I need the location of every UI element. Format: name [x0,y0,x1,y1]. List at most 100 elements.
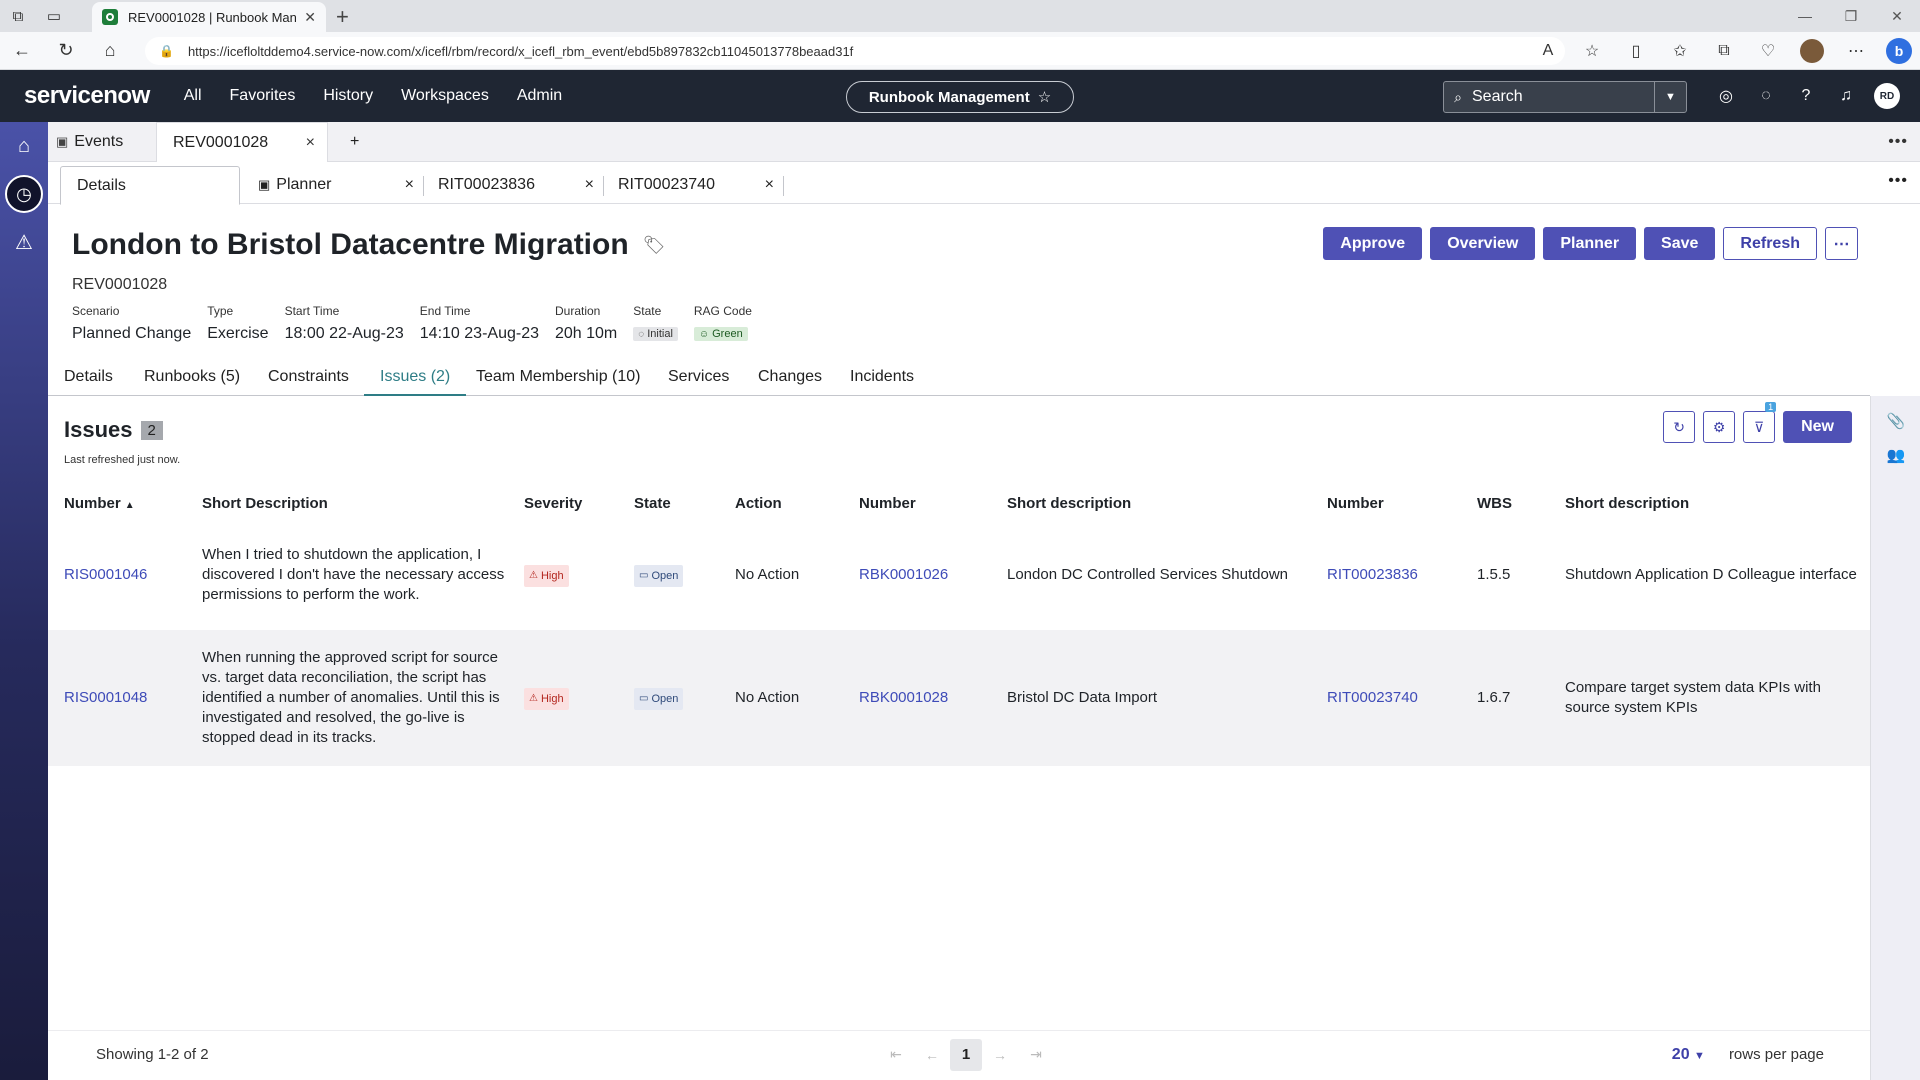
table-row[interactable]: RIS0001046 When I tried to shutdown the … [48,520,1870,630]
refresh-button[interactable]: Refresh [1723,227,1817,260]
col-number[interactable]: Number ▲ [48,486,186,520]
tab-team-membership[interactable]: Team Membership (10) [476,368,641,396]
add-tab-icon[interactable]: + [350,122,359,162]
tab-record[interactable]: REV0001028 × [156,122,328,162]
col-runbook-description[interactable]: Short description [991,486,1311,520]
minimize-icon[interactable]: — [1782,0,1828,32]
menu-history[interactable]: History [323,87,373,105]
profile-icon[interactable] [1790,39,1834,63]
last-page-icon[interactable]: ⇥ [1018,1046,1054,1063]
global-search[interactable]: ⌕ Search ▼ [1443,81,1687,113]
rail-warning-icon[interactable]: ⚠ [0,218,48,266]
new-issue-button[interactable]: New [1783,411,1852,443]
col-task-number[interactable]: Number [1311,486,1461,520]
tab-incidents[interactable]: Incidents [850,368,914,396]
new-tab-icon[interactable]: + [336,4,349,30]
filter-button[interactable]: ⊽ 1 [1743,402,1777,443]
collections-icon[interactable]: ⧉ [1702,42,1746,60]
home-icon[interactable]: ⌂ [88,32,132,70]
col-short-description[interactable]: Short Description [186,486,508,520]
refresh-list-button[interactable]: ↻ [1663,411,1696,443]
address-bar[interactable]: 🔒 https://icefloltddemo4.service-now.com… [145,37,1565,65]
vertical-tabs-icon[interactable]: ▭ [36,0,72,32]
rail-home-icon[interactable]: ⌂ [0,122,48,170]
tab-changes[interactable]: Changes [758,368,822,396]
close-tab-icon[interactable]: × [405,176,414,194]
col-action[interactable]: Action [719,486,843,520]
tab-issues[interactable]: Issues (2) [364,368,467,396]
tab-details[interactable]: Details [64,368,113,396]
bing-copilot-icon[interactable]: b [1886,38,1912,64]
favorite-star-icon[interactable]: ☆ [1570,41,1614,61]
browser-tab[interactable]: REV0001028 | Runbook Managem ✕ [92,2,326,32]
star-icon[interactable]: ☆ [1038,88,1051,106]
tab-services[interactable]: Services [668,368,729,396]
field-start-time: Start Time 18:00 22-Aug-23 [285,304,404,344]
col-severity[interactable]: Severity [508,486,618,520]
back-icon[interactable]: ← [0,32,44,70]
chat-icon[interactable]: ◌ [1746,87,1786,105]
tab-constraints[interactable]: Constraints [268,368,349,396]
close-window-icon[interactable]: ✕ [1874,0,1920,32]
more-icon[interactable]: ••• [1888,122,1908,162]
menu-favorites[interactable]: Favorites [230,87,296,105]
browser-menu-icon[interactable]: ⋯ [1834,41,1878,61]
rows-per-page-select[interactable]: 20 ▼ [1672,1046,1705,1064]
col-task-description[interactable]: Short description [1549,486,1870,520]
issues-title: Issues [64,417,133,442]
col-state[interactable]: State [618,486,719,520]
field-value: 20h 10m [554,325,618,342]
servicenow-logo[interactable]: servicenow [24,82,150,110]
help-icon[interactable]: ? [1786,87,1826,105]
settings-gear-button[interactable]: ⚙ [1703,411,1736,443]
subtab-planner[interactable]: ▣ Planner × [244,166,424,204]
subtab-details[interactable]: Details [60,166,240,205]
save-button[interactable]: Save [1644,227,1716,260]
overview-button[interactable]: Overview [1430,227,1536,260]
restore-icon[interactable]: ❐ [1828,0,1874,32]
subtab-rit00023836[interactable]: RIT00023836 × [424,166,604,204]
issue-number-link[interactable]: RIS0001046 [64,566,147,583]
col-wbs[interactable]: WBS [1461,486,1549,520]
workspaces-icon[interactable]: ⧉ [0,0,36,32]
tag-icon[interactable]: 🏷 [643,235,666,256]
subtab-rit00023740[interactable]: RIT00023740 × [604,166,784,204]
read-aloud-icon[interactable]: A [1526,42,1570,60]
user-avatar[interactable]: RD [1874,83,1900,109]
favorites-icon[interactable]: ✩ [1658,41,1702,61]
tab-runbooks[interactable]: Runbooks (5) [144,368,240,396]
close-tab-icon[interactable]: ✕ [304,9,316,26]
attachment-icon[interactable]: 📎 [1871,412,1920,430]
first-page-icon[interactable]: ⇤ [878,1046,914,1063]
close-tab-icon[interactable]: × [765,176,774,194]
runbook-number-link[interactable]: RBK0001028 [859,689,948,706]
issue-number-link[interactable]: RIS0001048 [64,689,147,706]
close-tab-icon[interactable]: × [306,134,315,152]
approve-button[interactable]: Approve [1323,227,1423,260]
split-screen-icon[interactable]: ▯ [1614,41,1658,61]
current-page[interactable]: 1 [950,1038,982,1071]
extensions-icon[interactable]: ♡ [1746,41,1790,61]
search-scope-dropdown[interactable]: ▼ [1654,82,1686,112]
col-runbook-number[interactable]: Number [843,486,991,520]
people-icon[interactable]: 👥 [1871,446,1920,464]
reload-icon[interactable]: ↻ [44,32,88,70]
bell-icon[interactable]: ♫ [1826,87,1866,105]
menu-workspaces[interactable]: Workspaces [401,87,489,105]
table-row[interactable]: RIS0001048 When running the approved scr… [48,630,1870,766]
menu-all[interactable]: All [184,87,202,105]
more-actions-button[interactable]: ⋯ [1825,227,1858,260]
search-input[interactable]: Search [1472,88,1654,106]
menu-admin[interactable]: Admin [517,87,562,105]
rail-calendar-icon[interactable]: ◷ [0,170,48,218]
more-icon[interactable]: ••• [1874,162,1908,200]
prev-page-icon[interactable]: ← [914,1047,950,1063]
planner-button[interactable]: Planner [1543,227,1637,260]
close-tab-icon[interactable]: × [585,176,594,194]
app-pill[interactable]: Runbook Management ☆ [846,81,1074,113]
globe-icon[interactable]: ◎ [1706,86,1746,106]
task-number-link[interactable]: RIT00023836 [1327,566,1418,583]
task-number-link[interactable]: RIT00023740 [1327,689,1418,706]
runbook-number-link[interactable]: RBK0001026 [859,566,948,583]
next-page-icon[interactable]: → [982,1047,1018,1063]
